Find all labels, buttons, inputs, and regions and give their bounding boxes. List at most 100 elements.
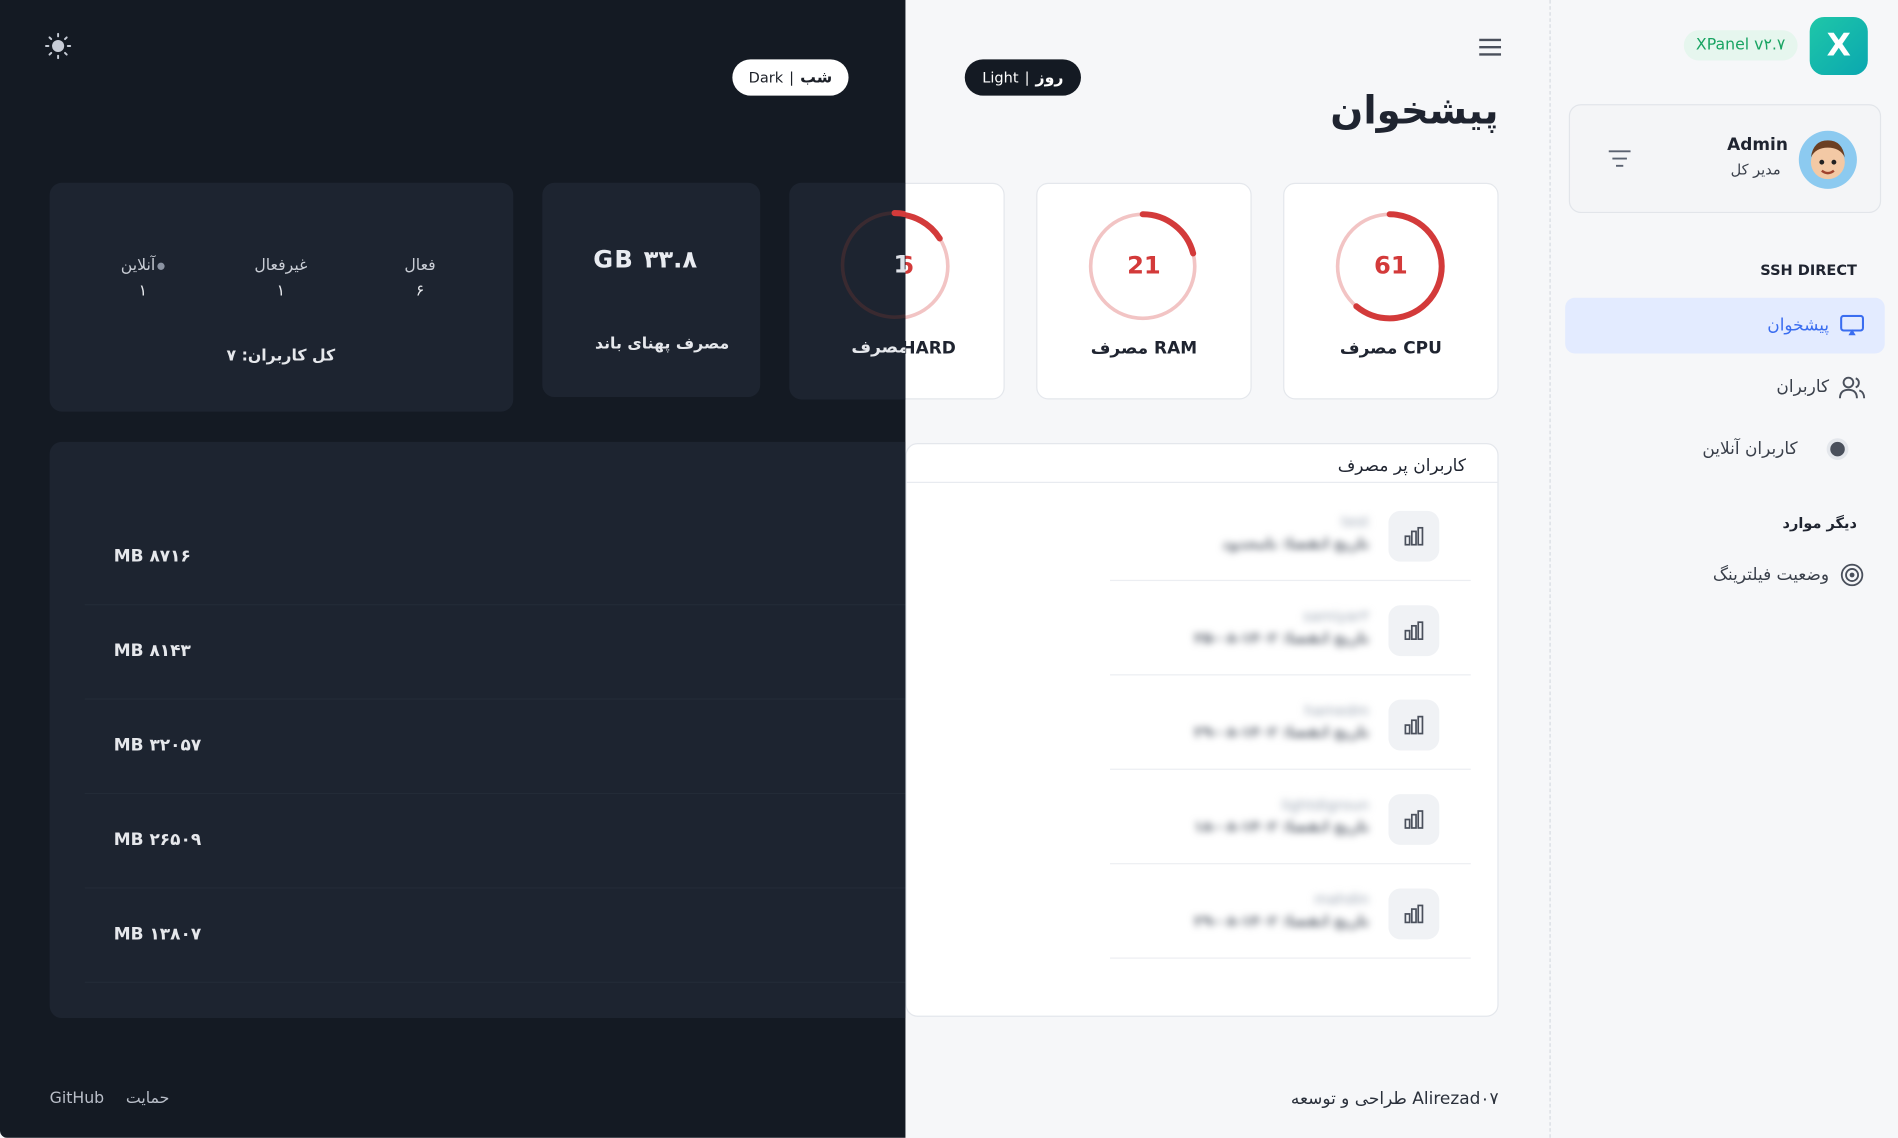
usage-row: MB ۸۱۴۳ bbox=[84, 605, 906, 700]
chart-bar-icon[interactable] bbox=[1388, 794, 1440, 845]
admin-card: Admin مدیر کل bbox=[1568, 104, 1882, 214]
expiry-date: تاریخ انقضا: ۱۴۰۲-۰۸-۱۸ bbox=[1194, 818, 1370, 836]
usage-value: MB ۲۶۵۰۹ bbox=[113, 830, 202, 850]
admin-name: Admin bbox=[1727, 135, 1788, 155]
expiry-date: تاریخ انقضا: ۱۴۰۲-۰۸-۲۵ bbox=[1194, 629, 1370, 647]
chart-bar-icon[interactable] bbox=[1388, 888, 1440, 940]
total-users: کل کاربران: ۷ bbox=[226, 347, 336, 366]
table-row[interactable]: lightdigroun تاریخ انقضا: ۱۴۰۲-۰۸-۱۸ bbox=[1110, 770, 1471, 865]
chart-bar-icon[interactable] bbox=[1388, 605, 1440, 657]
version-badge: XPanel v۲.۷ bbox=[1683, 30, 1798, 61]
github-link[interactable]: GitHub bbox=[50, 1089, 105, 1107]
app-logo[interactable]: X bbox=[1809, 16, 1868, 76]
hard-usage-card-dark: 16 مصرف HARD bbox=[789, 182, 906, 400]
table-row[interactable]: hamedm تاریخ انقضا: ۱۴۰۲-۰۸-۲۹ bbox=[1110, 675, 1471, 770]
logo-glyph: X bbox=[1826, 27, 1851, 65]
sidebar-item-label: پیشخوان bbox=[1767, 315, 1830, 336]
light-pill-label: Light bbox=[982, 68, 1019, 86]
user-name: hamedm bbox=[1304, 702, 1370, 720]
expiry-date: تاریخ انقضا: نامحدود bbox=[1222, 535, 1370, 552]
user-info: samiyar۳ تاریخ انقضا: ۱۴۰۲-۰۸-۲۵ bbox=[1194, 608, 1369, 647]
cpu-value: 61 bbox=[1374, 250, 1408, 280]
active-label: فعال bbox=[404, 256, 436, 275]
top-users-card: کاربران پر مصرف test تاریخ انقضا: نامحدود… bbox=[905, 443, 1499, 1017]
usage-row: MB ۳۲۰۵۷ bbox=[84, 700, 906, 795]
page-title: پیشخوان bbox=[1330, 87, 1499, 134]
support-link[interactable]: حمایت bbox=[126, 1089, 169, 1107]
hard-label-dark: مصرف HARD bbox=[851, 337, 906, 358]
sun-icon[interactable] bbox=[45, 32, 72, 60]
dark-theme-toggle[interactable]: Dark | شب bbox=[732, 59, 849, 96]
dark-theme-preview: فعال ۶ غیرفعال ۱ آنلاین ۱ کل کاربران: ۷ … bbox=[0, 0, 906, 1138]
sidebar-item-dashboard[interactable]: پیشخوان bbox=[1565, 297, 1885, 354]
online-value: ۱ bbox=[138, 282, 148, 301]
ram-value: 21 bbox=[1127, 250, 1161, 280]
usage-value: MB ۸۷۱۶ bbox=[113, 547, 191, 567]
bandwidth-value: GB ۳۳.۸ bbox=[593, 244, 698, 274]
inactive-label: غیرفعال bbox=[254, 256, 308, 275]
inactive-users-stat: غیرفعال ۱ bbox=[232, 257, 329, 301]
dark-pill-label-fa: شب bbox=[800, 68, 833, 87]
user-info: lightdigroun تاریخ انقضا: ۱۴۰۲-۰۸-۱۸ bbox=[1194, 797, 1369, 836]
section-ssh-direct: SSH DIRECT bbox=[1760, 261, 1857, 279]
online-users-stat: آنلاین ۱ bbox=[94, 256, 191, 301]
expiry-date: تاریخ انقضا: ۱۴۰۲-۰۸-۲۹ bbox=[1194, 723, 1370, 741]
usage-value: MB ۸۱۴۳ bbox=[113, 641, 191, 661]
light-pill-label-fa: روز bbox=[1035, 68, 1064, 87]
top-users-title: کاربران پر مصرف bbox=[1337, 456, 1466, 476]
hamburger-menu-icon[interactable] bbox=[1478, 38, 1502, 57]
user-name: samiyar۳ bbox=[1303, 607, 1370, 625]
users-icon bbox=[1838, 374, 1866, 401]
sidebar-item-label: وضعیت فیلترینگ bbox=[1712, 565, 1830, 585]
user-info: hamedm تاریخ انقضا: ۱۴۰۲-۰۸-۲۹ bbox=[1194, 702, 1369, 741]
dark-pill-label: Dark bbox=[748, 68, 784, 86]
online-label: آنلاین bbox=[120, 256, 156, 275]
hard-value: 16 bbox=[905, 251, 1003, 280]
table-row[interactable]: mahdin تاریخ انقضا: ۱۴۰۲-۰۸-۲۹ bbox=[1110, 864, 1471, 959]
sidebar-item-users[interactable]: کاربران bbox=[1565, 360, 1885, 416]
user-name: lightdigroun bbox=[1281, 796, 1370, 814]
active-users-stat: فعال ۶ bbox=[372, 257, 469, 301]
section-other: دیگر موارد bbox=[1782, 514, 1857, 532]
sidebar-item-label: کاربران bbox=[1776, 377, 1830, 398]
admin-role: مدیر کل bbox=[1730, 160, 1781, 178]
ram-usage-card: 21 مصرف RAM bbox=[1036, 182, 1252, 400]
light-theme-toggle[interactable]: Light | روز bbox=[964, 59, 1081, 96]
monitor-icon bbox=[1839, 312, 1866, 339]
user-info: mahdin تاریخ انقضا: ۱۴۰۲-۰۸-۲۹ bbox=[1194, 891, 1369, 930]
cpu-label: مصرف CPU bbox=[1339, 338, 1442, 359]
cpu-usage-card: 61 مصرف CPU bbox=[1283, 182, 1499, 400]
footer-credit: طراحی و توسعه Alirezad۰۷ bbox=[1290, 1089, 1499, 1109]
hard-label: مصرف HARD bbox=[905, 338, 956, 359]
usage-row: MB ۲۶۵۰۹ bbox=[84, 794, 906, 889]
target-icon bbox=[1839, 562, 1866, 589]
ram-label: مصرف RAM bbox=[1090, 338, 1198, 359]
divider bbox=[906, 481, 1498, 483]
chart-bar-icon[interactable] bbox=[1388, 510, 1440, 562]
pill-separator: | bbox=[1024, 68, 1030, 86]
user-name: mahdin bbox=[1314, 890, 1370, 908]
hard-usage-card: 16 مصرف HARD bbox=[905, 182, 1005, 400]
online-dot-icon bbox=[157, 262, 165, 270]
online-dot-icon bbox=[1824, 436, 1851, 463]
active-value: ۶ bbox=[415, 282, 425, 301]
sidebar-item-filtering-status[interactable]: وضعیت فیلترینگ bbox=[1565, 547, 1885, 603]
sidebar-item-online-users[interactable]: کاربران آنلاین bbox=[1565, 421, 1885, 477]
usage-row: MB ۱۳۸۰۷ bbox=[84, 889, 906, 983]
sidebar-item-label: کاربران آنلاین bbox=[1702, 439, 1798, 459]
sidebar: X XPanel v۲.۷ Admin مدیر کل SSH DIRECT پ… bbox=[1549, 0, 1898, 1138]
usage-row: MB ۸۷۱۶ bbox=[84, 511, 906, 606]
filter-icon[interactable] bbox=[1608, 149, 1632, 168]
bandwidth-label: مصرف پهنای باند bbox=[595, 335, 730, 354]
light-theme-preview: پیشخوان 61 مصرف CPU 21 مصرف RAM HARD کار… bbox=[905, 0, 1550, 1138]
table-row[interactable]: test تاریخ انقضا: نامحدود bbox=[1110, 487, 1471, 582]
bandwidth-card bbox=[542, 182, 761, 398]
usage-value: MB ۱۳۸۰۷ bbox=[113, 924, 202, 945]
expiry-date: تاریخ انقضا: ۱۴۰۲-۰۸-۲۹ bbox=[1194, 912, 1370, 930]
chart-bar-icon[interactable] bbox=[1388, 699, 1440, 751]
table-row[interactable]: samiyar۳ تاریخ انقضا: ۱۴۰۲-۰۸-۲۵ bbox=[1110, 581, 1471, 676]
usage-value: MB ۳۲۰۵۷ bbox=[113, 735, 202, 756]
hard-value-dark: 16 bbox=[789, 249, 905, 278]
avatar[interactable] bbox=[1798, 130, 1857, 189]
inactive-value: ۱ bbox=[276, 282, 286, 301]
